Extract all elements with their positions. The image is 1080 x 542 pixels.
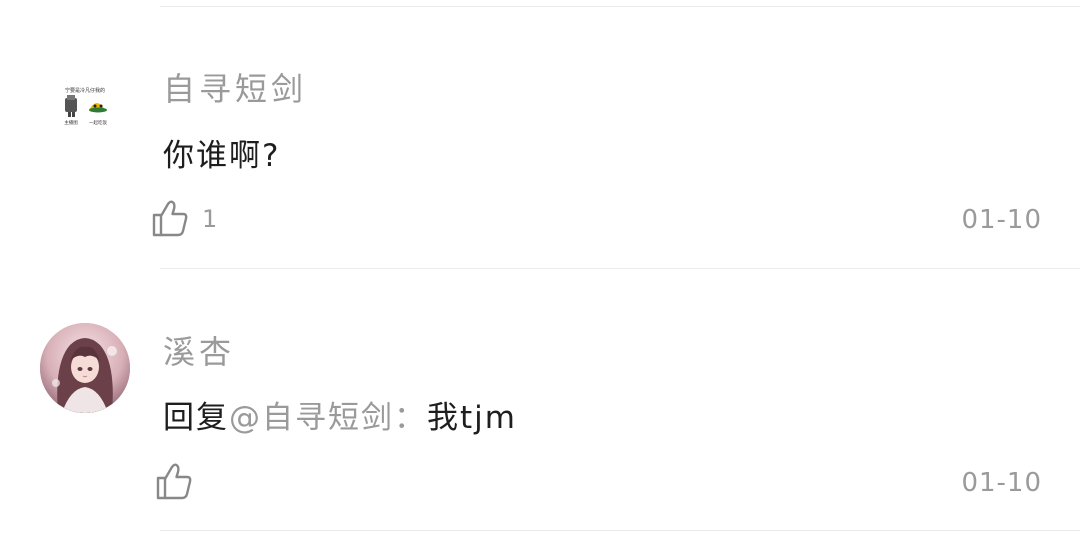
comment-text[interactable]: 回复@自寻短剑：我tjm (163, 392, 517, 437)
comment-list: 宁要是冷凡仔我的 主播图 一起吃饭 自寻短剑 你谁啊? 1 01-10 溪杏 回… (0, 0, 1080, 542)
comment-text[interactable]: 你谁啊? (163, 130, 280, 175)
comment-username[interactable]: 溪杏 (163, 327, 235, 373)
divider (160, 530, 1080, 531)
avatar[interactable]: 宁要是冷凡仔我的 主播图 一起吃饭 (45, 60, 125, 140)
reply-mention[interactable]: @自寻短剑 (229, 400, 394, 436)
thumbs-up-icon[interactable] (150, 198, 190, 238)
comment-date: 01-10 (961, 468, 1042, 498)
divider (160, 268, 1080, 269)
like-count: 1 (202, 205, 218, 233)
reply-prefix: 回复 (163, 400, 229, 436)
reply-separator: ： (394, 400, 427, 436)
avatar-caption-right: 一起吃饭 (89, 119, 107, 126)
avatar-caption-left: 主播图 (64, 119, 78, 126)
avatar[interactable] (40, 323, 130, 413)
comment-date: 01-10 (961, 205, 1042, 235)
logo-avatar-image: 宁要是冷凡仔我的 主播图 一起吃饭 (64, 87, 107, 126)
avatar-caption-top: 宁要是冷凡仔我的 (65, 87, 105, 94)
anime-girl-avatar-image (40, 323, 130, 413)
reply-text: 我tjm (427, 400, 517, 436)
comment-username[interactable]: 自寻短剑 (163, 64, 307, 110)
divider (160, 6, 1080, 7)
thumbs-up-icon[interactable] (154, 461, 194, 501)
